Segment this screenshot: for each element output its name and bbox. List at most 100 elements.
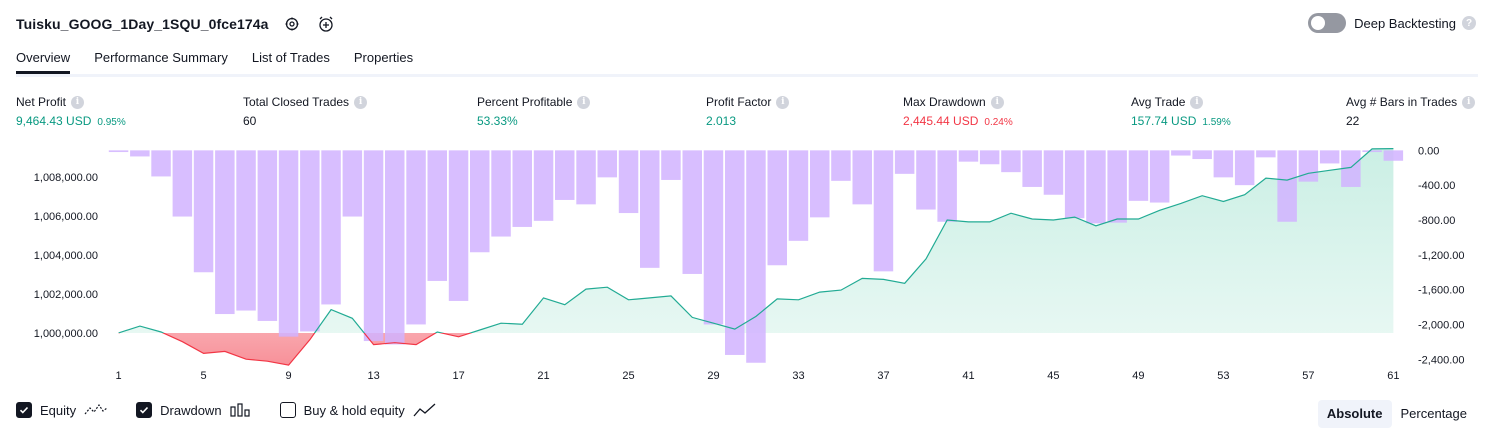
help-icon[interactable]: ? [1462,16,1476,30]
equity-drawdown-chart[interactable]: 1,000,000.00 1,002,000.00 1,004,000.00 1,00… [0,140,1494,380]
tab-properties[interactable]: Properties [354,44,413,71]
drawdown-bar [894,150,915,174]
left-axis-tick-label: 1,000,000.00 [34,328,98,340]
x-axis-tick-label: 53 [1217,370,1229,380]
drawdown-bar [1213,150,1234,178]
drawdown-bar [725,150,745,355]
drawdown-bar [448,150,469,301]
drawdown-bar [1256,150,1276,158]
x-axis-tick-label: 37 [877,370,889,380]
metric-value: 60 [243,114,257,128]
legend-drawdown[interactable]: Drawdown [136,402,251,418]
drawdown-bar [321,150,341,305]
drawdown-bar [193,150,214,273]
metric-label: Percent Profitable [477,95,573,109]
info-icon[interactable]: i [577,95,591,109]
x-axis-tick-label: 25 [622,370,634,380]
drawdown-bar [1277,150,1297,222]
drawdown-bar [172,150,193,217]
info-icon[interactable]: i [1462,95,1476,109]
metric-label: Max Drawdown [903,95,986,109]
tab-performance-summary[interactable]: Performance Summary [94,44,228,71]
drawdown-bar [555,150,575,200]
x-axis-tick-label: 57 [1302,370,1314,380]
drawdown-bar [342,150,363,217]
metric-value: 9,464.43 USD [16,114,92,128]
right-axis-tick-label: -2,400.00 [1418,354,1464,366]
x-axis-tick-label: 45 [1047,370,1059,380]
metric-value: 53.33% [477,114,518,128]
legend-buy-hold[interactable]: Buy & hold equity [279,402,437,418]
deep-backtesting-toggle[interactable] [1308,13,1347,33]
metric-value: 157.74 USD [1131,114,1197,128]
drawdown-bar [640,150,660,268]
drawdown-bar [576,150,596,205]
metric-percent: 1.59% [1202,117,1231,128]
drawdown-bar [512,150,532,227]
drawdown-bar [151,150,171,177]
info-icon[interactable]: i [354,95,368,109]
right-axis-tick-label: -1,600.00 [1418,285,1464,297]
x-axis-tick-label: 41 [962,370,974,380]
drawdown-bar [682,150,702,274]
x-axis-tick-label: 1 [116,370,122,380]
drawdown-bar [1319,150,1340,164]
left-axis-tick-label: 1,006,000.00 [34,211,98,223]
drawdown-bar [958,150,979,162]
legend-equity[interactable]: Equity [16,402,108,418]
strategy-name: Tuisku_GOOG_1Day_1SQU_0fce174a [16,16,269,32]
metric-label: Avg # Bars in Trades [1346,95,1458,109]
info-icon[interactable]: i [71,95,85,109]
info-icon[interactable]: i [990,95,1004,109]
absolute-button[interactable]: Absolute [1317,400,1392,428]
drawdown-bar [767,150,787,266]
x-axis-tick-label: 33 [792,370,804,380]
metric-net-profit: Net Profit i 9,464.43 USD 0.95% [16,94,126,130]
drawdown-checkbox[interactable] [136,402,153,418]
drawdown-bar [873,150,894,272]
metric-value: 2,445.44 USD [903,114,979,128]
drawdown-bar [257,150,278,321]
right-axis-tick-label: -400.00 [1418,180,1455,192]
drawdown-bar [1383,150,1404,161]
drawdown-bar [215,150,235,315]
left-axis-tick-label: 1,008,000.00 [34,172,98,184]
gear-icon[interactable] [281,13,303,35]
right-axis-tick-label: -2,000.00 [1418,320,1464,332]
report-tabs: Overview Performance Summary List of Tra… [16,44,1478,77]
chart-legend: Equity Drawdown Buy & hold equity [16,402,465,418]
right-axis-tick-label: -1,200.00 [1418,250,1464,262]
tab-list-of-trades[interactable]: List of Trades [252,44,330,71]
x-axis-tick-label: 9 [286,370,292,380]
drawdown-bar [852,150,872,205]
drawdown-bar [1086,150,1106,224]
drawdown-bar [427,150,447,281]
left-axis-tick-label: 1,004,000.00 [34,250,98,262]
buy-hold-checkbox[interactable] [279,402,296,418]
drawdown-bar [916,150,936,210]
drawdown-bar [1064,150,1085,219]
drawdown-bar [597,150,617,178]
drawdown-bar [810,150,830,218]
x-axis-tick-label: 17 [452,370,464,380]
drawdown-bar [1107,150,1127,223]
metric-avg-bars: Avg # Bars in Trades i 22 [1346,94,1476,130]
info-icon[interactable]: i [776,95,790,109]
metric-percent-profitable: Percent Profitable i 53.33% [477,94,591,130]
metric-total-closed-trades: Total Closed Trades i 60 [243,94,368,130]
drawdown-bar [1298,150,1319,182]
metric-max-drawdown: Max Drawdown i 2,445.44 USD 0.24% [903,94,1013,130]
right-axis-tick-label: 0.00 [1418,145,1439,157]
add-alert-icon[interactable] [315,13,337,35]
percentage-button[interactable]: Percentage [1392,400,1477,428]
equity-checkbox[interactable] [16,402,32,418]
drawdown-bar [1171,150,1191,156]
x-axis-tick-label: 5 [201,370,207,380]
info-icon[interactable]: i [1190,95,1204,109]
scale-mode-switch: Absolute Percentage [1317,400,1477,428]
drawdown-bar [1149,150,1170,203]
tab-overview[interactable]: Overview [16,44,71,74]
x-axis-tick-label: 61 [1387,370,1399,380]
drawdown-bar [746,150,766,363]
drawdown-bar [1128,150,1149,201]
